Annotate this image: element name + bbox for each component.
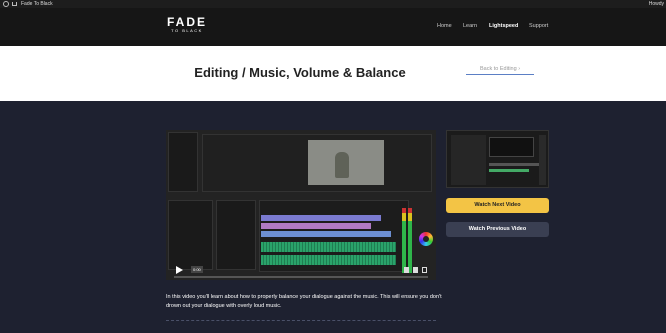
video-progress-bar[interactable] — [174, 276, 428, 278]
watch-next-video-button[interactable]: Watch Next Video — [446, 198, 549, 213]
back-to-editing-link[interactable]: Back to Editing › — [466, 66, 534, 75]
logo-subtitle: TO BLACK — [171, 28, 203, 33]
chevron-right-icon: › — [518, 66, 521, 72]
settings-icon[interactable] — [413, 267, 418, 273]
admin-account-link[interactable]: Howdy — [649, 0, 664, 8]
audio-waveform-dialogue — [261, 242, 396, 252]
audio-meter-right — [408, 208, 412, 273]
thumb-panel-right — [539, 135, 546, 185]
color-wheel-icon — [419, 232, 433, 246]
thumb-track-2 — [489, 169, 529, 172]
media-browser-panel — [168, 200, 213, 270]
video-player[interactable]: 0:00 — [166, 130, 436, 280]
logo-title: FADE — [167, 15, 208, 29]
admin-site-link[interactable]: Fade To Black — [21, 0, 53, 8]
project-panel — [168, 132, 198, 192]
audio-meter-left — [402, 208, 406, 273]
timeline-video-track-3 — [261, 231, 391, 237]
play-icon[interactable] — [176, 266, 183, 274]
thumb-track-1 — [489, 163, 539, 166]
audio-waveform-music — [261, 255, 396, 265]
nav-item-learn[interactable]: Learn — [463, 23, 477, 29]
nav-item-lightspeed[interactable]: Lightspeed — [489, 23, 518, 29]
divider — [166, 320, 436, 321]
program-monitor — [202, 134, 432, 192]
site-logo[interactable]: FADE TO BLACK — [167, 16, 207, 34]
volume-icon[interactable] — [404, 267, 409, 273]
thumb-monitor — [489, 137, 534, 157]
title-band: Editing / Music, Volume & Balance Back t… — [0, 46, 666, 101]
video-preview-frame — [308, 140, 384, 185]
video-timecode: 0:00 — [191, 266, 203, 273]
timeline-video-track-2 — [261, 223, 371, 229]
audio-mixer-panel — [216, 200, 256, 270]
nav-item-support[interactable]: Support — [529, 23, 548, 29]
video-description: In this video you'll learn about how to … — [166, 294, 442, 309]
admin-bar: Fade To Black Howdy — [0, 0, 666, 8]
watch-previous-video-button[interactable]: Watch Previous Video — [446, 222, 549, 237]
site-header: FADE TO BLACK Home Learn Lightspeed Supp… — [0, 8, 666, 46]
timeline-video-track-1 — [261, 215, 381, 221]
wordpress-icon[interactable] — [3, 1, 9, 7]
fullscreen-icon[interactable] — [422, 267, 427, 273]
page-title: Editing / Music, Volume & Balance — [194, 65, 406, 80]
nav-item-home[interactable]: Home — [437, 23, 452, 29]
subject-figure — [335, 152, 349, 178]
back-link-label: Back to Editing — [479, 66, 517, 72]
thumb-panel-left — [451, 135, 486, 185]
next-video-thumbnail[interactable] — [446, 130, 549, 188]
home-icon[interactable] — [12, 2, 17, 6]
